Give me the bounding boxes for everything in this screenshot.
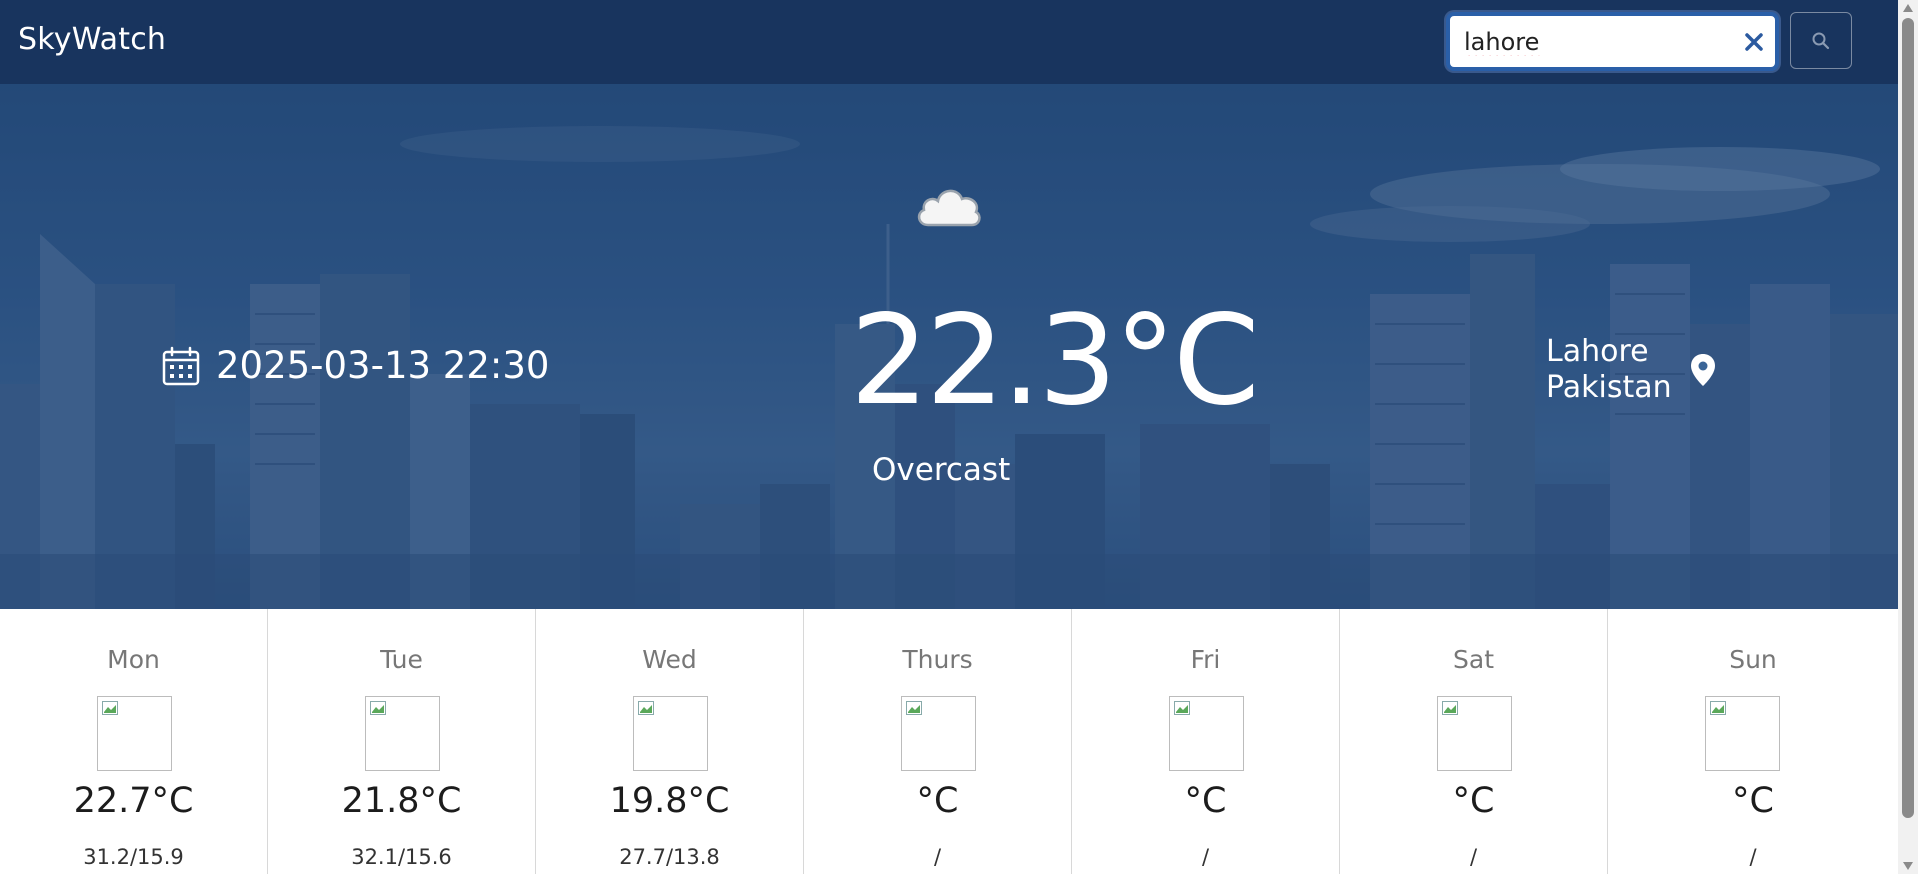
country-name: Pakistan	[1546, 370, 1672, 405]
broken-image-icon	[370, 701, 386, 715]
calendar-icon	[162, 346, 200, 385]
scroll-up-arrow[interactable]	[1903, 4, 1913, 12]
day-temperature: °C	[1732, 781, 1774, 821]
day-temperature: °C	[1452, 781, 1495, 821]
scroll-thumb[interactable]	[1902, 18, 1914, 818]
close-icon	[1745, 33, 1763, 51]
cloud-icon	[917, 189, 981, 227]
day-temperature: °C	[916, 781, 959, 821]
broken-image-icon	[638, 701, 654, 715]
day-temperature: 19.8°C	[609, 781, 730, 821]
day-temperature: °C	[1184, 781, 1227, 821]
day-temperature: 21.8°C	[341, 781, 462, 821]
location: Lahore Pakistan	[1546, 334, 1672, 406]
date-block: 2025-03-13 22:30	[162, 344, 549, 387]
forecast-day: Thurs °C /	[804, 609, 1072, 874]
day-name: Mon	[107, 645, 160, 674]
map-pin-icon	[1691, 354, 1715, 386]
search-icon	[1812, 32, 1830, 49]
forecast-weather-image	[1437, 696, 1512, 771]
brand-logo[interactable]: SkyWatch	[18, 22, 166, 57]
day-temperature: 22.7°C	[73, 781, 194, 821]
forecast-weather-image	[1169, 696, 1244, 771]
day-name: Tue	[380, 645, 423, 674]
day-temp-range: /	[1201, 845, 1210, 869]
forecast-day: Sun °C /	[1608, 609, 1898, 874]
current-datetime: 2025-03-13 22:30	[216, 344, 550, 387]
day-name: Wed	[642, 645, 697, 674]
day-name: Sun	[1729, 645, 1777, 674]
forecast-weather-image	[901, 696, 976, 771]
day-temp-range: 32.1/15.6	[351, 845, 452, 869]
day-name: Sat	[1453, 645, 1494, 674]
forecast-weather-image	[633, 696, 708, 771]
city-name: Lahore	[1546, 334, 1649, 369]
forecast-day: Sat °C /	[1340, 609, 1608, 874]
clear-search-button[interactable]	[1739, 27, 1769, 57]
forecast-weather-image	[1705, 696, 1780, 771]
weather-condition: Overcast	[872, 452, 1011, 488]
forecast-weather-image	[97, 696, 172, 771]
day-name: Fri	[1190, 645, 1221, 674]
forecast-day: Mon 22.7°C 31.2/15.9	[0, 609, 268, 874]
day-temp-range: /	[1469, 845, 1478, 869]
hero-banner: 2025-03-13 22:30 22.3°C Overcast Lahore …	[0, 84, 1898, 609]
page-scrollbar[interactable]	[1898, 0, 1918, 874]
forecast-strip: Mon 22.7°C 31.2/15.9 Tue 21.8°C 32.1/15.…	[0, 609, 1898, 874]
forecast-weather-image	[365, 696, 440, 771]
broken-image-icon	[102, 701, 118, 715]
day-temp-range: /	[933, 845, 942, 869]
broken-image-icon	[1710, 701, 1726, 715]
scroll-down-arrow[interactable]	[1903, 862, 1913, 870]
navbar: SkyWatch	[0, 0, 1898, 84]
day-temp-range: /	[1749, 845, 1757, 869]
forecast-day: Fri °C /	[1072, 609, 1340, 874]
day-temp-range: 31.2/15.9	[83, 845, 184, 869]
day-name: Thurs	[902, 645, 973, 674]
search-input[interactable]	[1464, 27, 1724, 57]
day-temp-range: 27.7/13.8	[619, 845, 720, 869]
broken-image-icon	[1442, 701, 1458, 715]
broken-image-icon	[906, 701, 922, 715]
forecast-day: Tue 21.8°C 32.1/15.6	[268, 609, 536, 874]
search-button[interactable]	[1790, 12, 1852, 69]
search-box	[1446, 12, 1779, 71]
forecast-day: Wed 19.8°C 27.7/13.8	[536, 609, 804, 874]
current-temperature: 22.3°C	[850, 289, 1260, 433]
weather-app: SkyWatch lahore 2025-03-13 22:30 22.3°C …	[0, 0, 1918, 874]
broken-image-icon	[1174, 701, 1190, 715]
